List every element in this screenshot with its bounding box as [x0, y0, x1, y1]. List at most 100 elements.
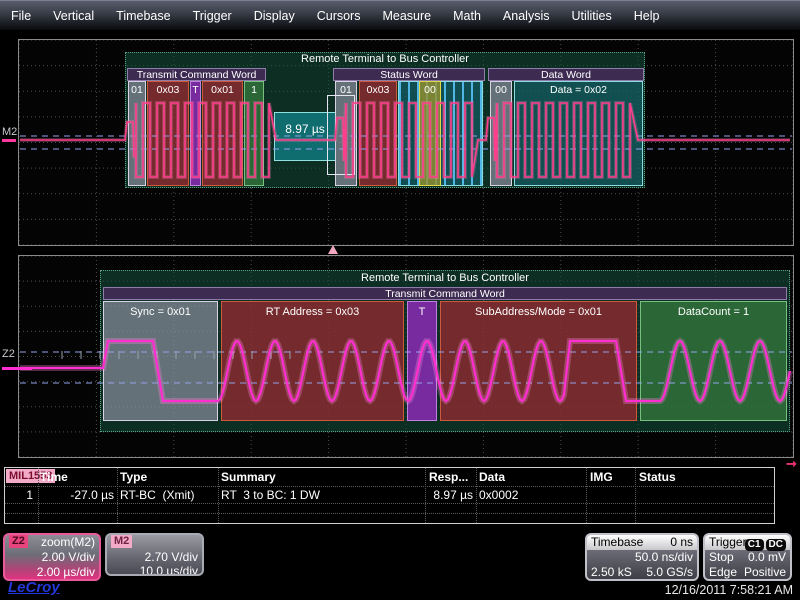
field-tcw-rtaddress: 0x03	[147, 81, 189, 186]
col-sep	[635, 468, 636, 523]
decode-zoom-subtitle: Transmit Command Word	[103, 287, 787, 300]
field-label: 0x01	[203, 82, 242, 96]
field-z-tr: T	[407, 301, 437, 421]
field-sw-rtaddress: 0x03	[359, 81, 397, 186]
field-label: T	[191, 82, 200, 96]
menu-utilities[interactable]: Utilities	[560, 9, 622, 23]
trigger-mode: Stop	[709, 550, 734, 564]
oscilloscope-screen: File Vertical Timebase Trigger Display C…	[0, 0, 800, 600]
row-sep	[5, 503, 774, 504]
trace-label-z2[interactable]: Z2	[2, 348, 15, 360]
field-label: RT Address = 0x03	[222, 302, 403, 318]
table-scroll-arrow-icon[interactable]: ➞	[786, 456, 797, 472]
field-label: 00	[491, 82, 511, 96]
menu-cursors[interactable]: Cursors	[306, 9, 372, 23]
m2-vdiv: 2.70 V/div	[145, 550, 198, 564]
response-gate	[327, 95, 355, 175]
trigger-slope: Positive	[744, 565, 786, 580]
trigger-level: 0.0 mV	[748, 550, 786, 565]
cell-data: 0x0002	[479, 488, 518, 502]
field-dw-sync: 00	[490, 81, 512, 186]
timebase-title: Timebase	[591, 535, 643, 549]
decode-table: MIL1553 Time Type Summary Resp... Data I…	[4, 467, 775, 524]
cell-resp: 8.97 µs	[429, 488, 473, 502]
z2-vdiv: 2.00 V/div	[42, 550, 95, 565]
menu-analysis[interactable]: Analysis	[492, 9, 561, 23]
cell-time: -27.0 µs	[40, 488, 114, 502]
menu-math[interactable]: Math	[442, 9, 492, 23]
word-header-transmit-command: Transmit Command Word	[127, 68, 266, 81]
col-header-summary: Summary	[221, 470, 276, 484]
trace-indicator-m2	[2, 139, 16, 142]
z2-badge: Z2	[9, 535, 28, 548]
col-header-time: Time	[40, 470, 68, 484]
decode-message-title: Remote Terminal to Bus Controller	[125, 53, 645, 65]
field-dw-data: Data = 0x02	[514, 81, 643, 186]
col-header-status: Status	[639, 470, 676, 484]
field-tcw-datacount: 1	[244, 81, 264, 186]
col-header-data: Data	[479, 470, 505, 484]
timebase-samples: 2.50 kS	[591, 565, 632, 579]
menu-display[interactable]: Display	[243, 9, 306, 23]
field-z-subaddress: SubAddress/Mode = 0x01	[440, 301, 637, 421]
col-sep	[476, 468, 477, 523]
cell-summary: RT 3 to BC: 1 DW	[221, 488, 320, 502]
col-sep	[425, 468, 426, 523]
field-label: 01	[336, 82, 356, 96]
menu-vertical[interactable]: Vertical	[42, 9, 105, 23]
trace-indicator-z2	[2, 367, 32, 370]
word-header-status: Status Word	[333, 68, 485, 81]
field-label: 01	[129, 82, 145, 96]
field-z-sync: Sync = 0x01	[103, 301, 218, 421]
field-z-rtaddress: RT Address = 0x03	[221, 301, 404, 421]
descriptor-m2[interactable]: M2 2.70 V/div 10.0 µs/div	[105, 533, 204, 576]
field-label: 00	[420, 82, 440, 96]
menu-trigger[interactable]: Trigger	[182, 9, 243, 23]
menu-file[interactable]: File	[0, 9, 42, 23]
descriptor-z2[interactable]: Z2 zoom(M2) 2.00 V/div 2.00 µs/div	[3, 533, 101, 581]
timebase-offset: 0 ns	[670, 535, 693, 550]
menu-help[interactable]: Help	[623, 9, 671, 23]
col-sep	[586, 468, 587, 523]
col-header-type: Type	[120, 470, 147, 484]
datetime-stamp: 12/16/2011 7:58:21 AM	[665, 583, 793, 597]
decode-zoom-title: Remote Terminal to Bus Controller	[100, 272, 790, 284]
field-label: SubAddress/Mode = 0x01	[441, 302, 636, 318]
trigger-box[interactable]: Trigger C1DC Stop 0.0 mV Edge Positive	[703, 533, 792, 581]
col-header-img: IMG	[590, 470, 613, 484]
field-tcw-sync: 01	[128, 81, 146, 186]
trace-label-m2[interactable]: M2	[2, 126, 17, 138]
row-sep	[5, 513, 774, 514]
menu-bar: File Vertical Timebase Trigger Display C…	[0, 0, 800, 30]
field-label: 1	[245, 82, 263, 96]
field-label: Data = 0x02	[515, 82, 642, 96]
row-sep	[5, 486, 774, 487]
field-label: DataCount = 1	[641, 302, 786, 318]
field-sw-flags: 00	[419, 81, 441, 186]
menu-measure[interactable]: Measure	[371, 9, 442, 23]
lecroy-logo: LeCroy	[8, 579, 60, 596]
z2-title: zoom(M2)	[41, 535, 95, 550]
timebase-rate: 5.0 GS/s	[646, 565, 693, 580]
timebase-box[interactable]: Timebase 0 ns 50.0 ns/div 2.50 kS 5.0 GS…	[585, 533, 699, 581]
trigger-kind: Edge	[709, 565, 737, 579]
field-tcw-subaddress: 0x01	[202, 81, 243, 186]
col-sep	[117, 468, 118, 523]
timebase-tdiv: 50.0 ns/div	[635, 550, 693, 565]
menu-timebase[interactable]: Timebase	[105, 9, 181, 23]
field-label: 0x03	[148, 82, 188, 96]
col-sep	[218, 468, 219, 523]
trigger-position-marker[interactable]	[328, 245, 338, 254]
field-tcw-tr: T	[190, 81, 201, 186]
m2-tdiv: 10.0 µs/div	[140, 564, 198, 576]
cell-type: RT-BC (Xmit)	[120, 488, 194, 502]
word-header-data: Data Word	[488, 68, 644, 81]
col-sep	[38, 468, 39, 523]
trigger-title: Trigger	[709, 535, 747, 549]
cell-index: 1	[5, 488, 33, 502]
m2-badge: M2	[111, 535, 132, 548]
field-label: Sync = 0x01	[104, 302, 217, 318]
col-header-resp: Resp...	[429, 470, 468, 484]
z2-tdiv: 2.00 µs/div	[37, 565, 95, 580]
field-z-datacount: DataCount = 1	[640, 301, 787, 421]
